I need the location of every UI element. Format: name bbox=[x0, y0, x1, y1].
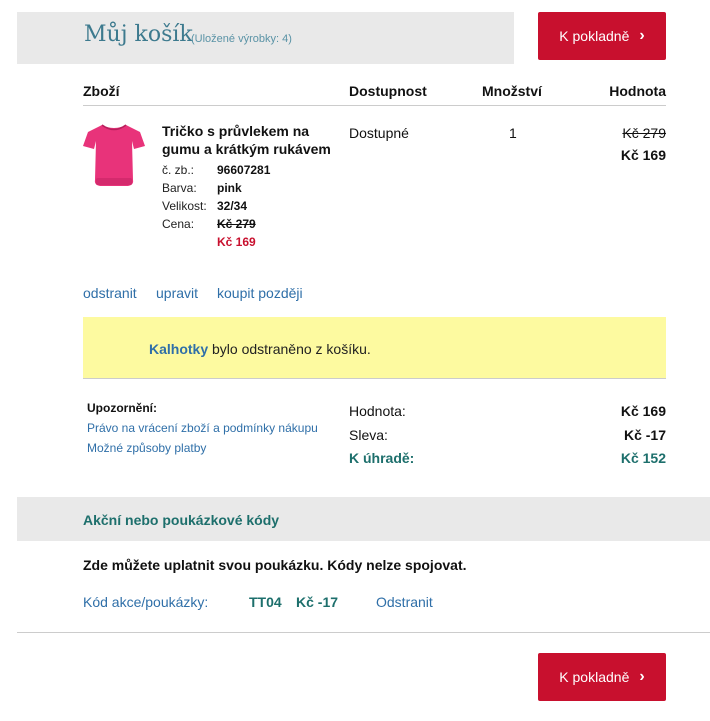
checkout-button-label: K pokladně bbox=[559, 28, 630, 44]
removed-product-link[interactable]: Kalhotky bbox=[149, 341, 208, 357]
item-value-new: Kč 169 bbox=[620, 147, 666, 163]
payment-methods-link[interactable]: Možné způsoby platby bbox=[87, 441, 206, 455]
sku-label: č. zb.: bbox=[162, 163, 195, 177]
price-label: Cena: bbox=[162, 217, 195, 231]
summary-discount-label: Sleva: bbox=[349, 427, 388, 443]
product-image[interactable] bbox=[82, 122, 146, 190]
summary-value-label: Hodnota: bbox=[349, 403, 406, 419]
remove-item-link[interactable]: odstranit bbox=[83, 285, 137, 301]
chevron-right-icon: › bbox=[639, 27, 645, 44]
column-header-product: Zboží bbox=[83, 83, 120, 99]
promo-code-label: Kód akce/poukázky: bbox=[83, 594, 209, 610]
quantity-value[interactable]: 1 bbox=[509, 125, 517, 141]
sku-value: 96607281 bbox=[217, 163, 271, 177]
price-new: Kč 169 bbox=[217, 235, 256, 249]
table-header-divider bbox=[83, 105, 666, 106]
notice-text: bylo odstraněno z košíku. bbox=[208, 341, 371, 357]
column-header-value: Hodnota bbox=[609, 83, 666, 99]
summary-discount: Kč -17 bbox=[623, 427, 666, 443]
size-value: 32/34 bbox=[217, 199, 248, 213]
color-label: Barva: bbox=[162, 181, 197, 195]
checkout-button-label: K pokladně bbox=[559, 669, 630, 685]
removed-item-notice: Kalhotky bylo odstraněno z košíku. bbox=[83, 317, 666, 379]
column-header-availability: Dostupnost bbox=[349, 83, 427, 99]
chevron-right-icon: › bbox=[639, 668, 645, 685]
product-name[interactable]: Tričko s průvlekem na gumu a krátkým ruk… bbox=[162, 122, 342, 158]
promo-codes-title: Akční nebo poukázkové kódy bbox=[83, 512, 280, 528]
availability-status: Dostupné bbox=[349, 125, 409, 141]
promo-code: TT04 bbox=[249, 594, 282, 610]
bottom-divider bbox=[17, 632, 710, 633]
checkout-button-bottom[interactable]: K pokladně › bbox=[538, 653, 666, 701]
remove-promo-code-link[interactable]: Odstranit bbox=[376, 594, 433, 610]
price-old: Kč 279 bbox=[217, 217, 256, 231]
notice-message: Kalhotky bylo odstraněno z košíku. bbox=[149, 341, 371, 357]
promo-code-amount: Kč -17 bbox=[296, 594, 339, 610]
checkout-button-top[interactable]: K pokladně › bbox=[538, 12, 666, 60]
warnings-title: Upozornění: bbox=[87, 401, 157, 415]
color-value: pink bbox=[217, 181, 242, 195]
summary-total: Kč 152 bbox=[620, 450, 666, 466]
summary-total-label: K úhradě: bbox=[349, 450, 415, 466]
returns-policy-link[interactable]: Právo na vrácení zboží a podmínky nákupu bbox=[87, 421, 318, 435]
edit-item-link[interactable]: upravit bbox=[156, 285, 198, 301]
item-value-old: Kč 279 bbox=[622, 125, 666, 141]
promo-codes-band: Akční nebo poukázkové kódy bbox=[17, 497, 710, 541]
size-label: Velikost: bbox=[162, 199, 207, 213]
column-header-quantity: Množství bbox=[482, 83, 542, 99]
promo-codes-intro: Zde můžete uplatnit svou poukázku. Kódy … bbox=[83, 557, 467, 573]
buy-later-link[interactable]: koupit později bbox=[217, 285, 303, 301]
page-title: Můj košík bbox=[84, 22, 193, 47]
saved-items-count: (Uložené výrobky: 4) bbox=[191, 33, 292, 45]
summary-value: Kč 169 bbox=[620, 403, 666, 419]
